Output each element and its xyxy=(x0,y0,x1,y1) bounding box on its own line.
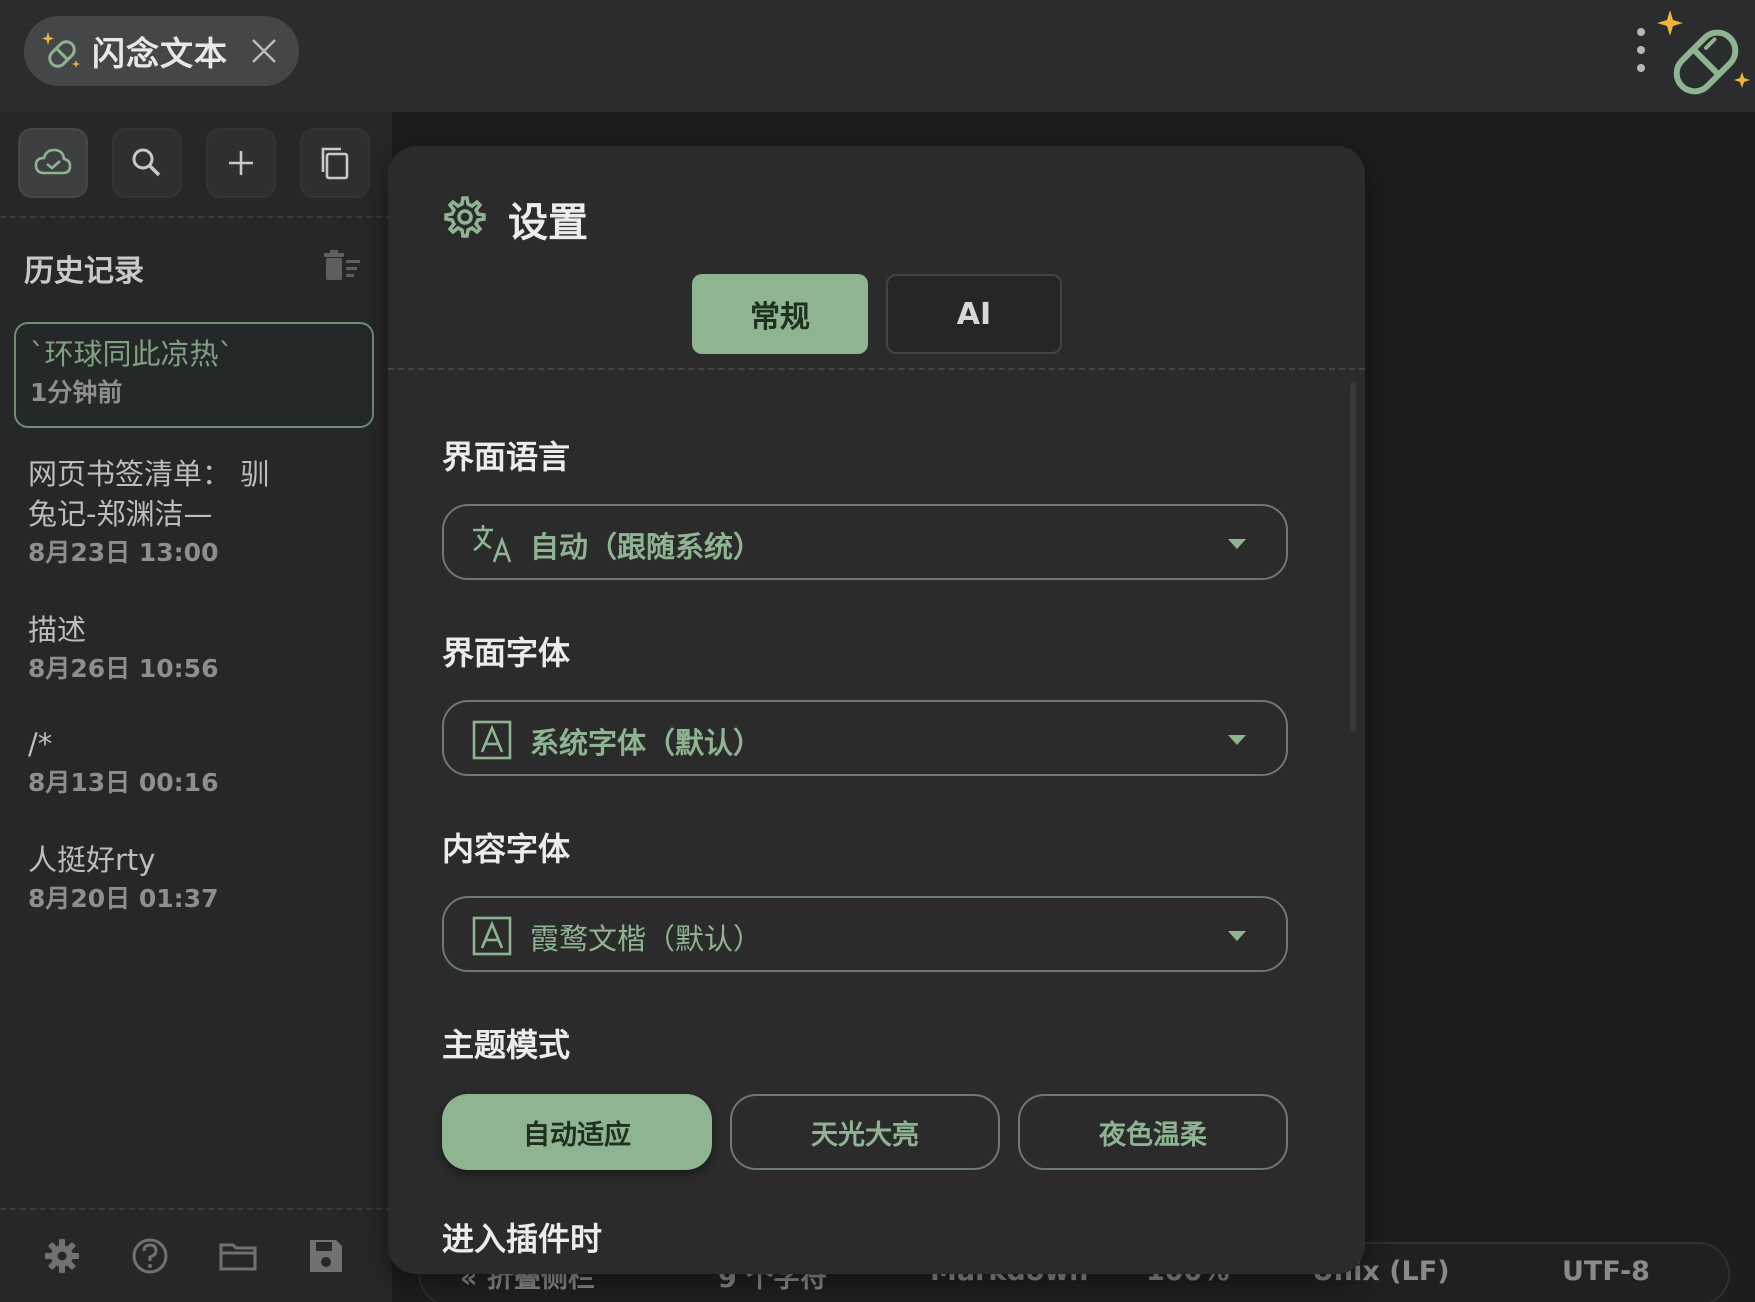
tab-general[interactable]: 常规 xyxy=(692,274,868,354)
more-menu-icon[interactable] xyxy=(1632,26,1650,74)
history-item-time: 1分钟前 xyxy=(30,378,123,407)
content-font-label: 内容字体 xyxy=(442,830,571,868)
add-button[interactable] xyxy=(206,128,276,198)
history-item-time: 8月23日 13:00 xyxy=(28,538,219,567)
history-item[interactable]: `环球同此凉热` 1分钟前 xyxy=(14,322,374,428)
history-item[interactable]: 人挺好rty 8月20日 01:37 xyxy=(14,840,374,918)
sidebar: 历史记录 `环球同此凉热` 1分钟前 网页书签清单： 驯 兔记-郑渊洁— 8月2… xyxy=(0,112,392,1302)
theme-label: 主题模式 xyxy=(442,1026,571,1064)
theme-auto-button[interactable]: 自动适应 xyxy=(442,1094,712,1170)
title-bar: 闪念文本 xyxy=(0,0,1755,112)
history-item-text: `环球同此凉热` xyxy=(30,337,234,371)
sync-button[interactable] xyxy=(18,128,88,198)
close-icon[interactable] xyxy=(247,34,281,68)
folder-icon[interactable] xyxy=(218,1236,258,1276)
copy-button[interactable] xyxy=(300,128,370,198)
footer-divider xyxy=(0,1208,392,1210)
plugin-enter-label: 进入插件时 xyxy=(442,1220,603,1258)
chevron-down-icon xyxy=(1228,539,1246,549)
history-item[interactable]: 描述 8月26日 10:56 xyxy=(14,610,374,688)
ui-font-value: 系统字体（默认） xyxy=(530,726,763,760)
gear-icon xyxy=(444,196,486,238)
history-item[interactable]: /* 8月13日 00:16 xyxy=(14,724,374,802)
history-title: 历史记录 xyxy=(24,254,144,289)
translate-icon xyxy=(473,525,512,563)
scrollbar-thumb[interactable] xyxy=(1350,382,1356,732)
pill-logo-icon xyxy=(42,32,80,68)
font-icon xyxy=(472,916,512,956)
settings-panel: 设置 常规 AI 界面语言 自动（跟随系统） 界面字体 系统字体（默认） 内容字… xyxy=(388,146,1365,1274)
help-icon[interactable] xyxy=(130,1236,170,1276)
settings-gear-icon[interactable] xyxy=(42,1236,82,1276)
language-label: 界面语言 xyxy=(442,438,571,476)
history-item[interactable]: 网页书签清单： 驯 兔记-郑渊洁— 8月23日 13:00 xyxy=(14,454,374,572)
theme-dark-button[interactable]: 夜色温柔 xyxy=(1018,1094,1288,1170)
language-value: 自动（跟随系统） xyxy=(530,530,763,564)
ui-font-select[interactable]: 系统字体（默认） xyxy=(442,700,1288,776)
history-item-text: 网页书签清单： 驯 兔记-郑渊洁— xyxy=(28,457,270,531)
tab-ai[interactable]: AI xyxy=(886,274,1062,354)
panel-title: 设置 xyxy=(508,200,588,246)
font-icon xyxy=(472,720,512,760)
language-select[interactable]: 自动（跟随系统） xyxy=(442,504,1288,580)
toolbar-divider xyxy=(0,216,392,218)
theme-light-button[interactable]: 天光大亮 xyxy=(730,1094,1000,1170)
history-item-time: 8月20日 01:37 xyxy=(28,884,219,913)
plus-icon xyxy=(229,151,253,175)
ui-font-label: 界面字体 xyxy=(442,634,571,672)
search-button[interactable] xyxy=(112,128,182,198)
chevron-down-icon xyxy=(1228,931,1246,941)
content-font-value: 霞鹜文楷（默认） xyxy=(530,922,763,956)
history-item-text: 人挺好rty xyxy=(28,843,156,877)
app-tab-title: 闪念文本 xyxy=(92,34,228,73)
encoding[interactable]: UTF-8 xyxy=(1562,1256,1650,1287)
content-font-select[interactable]: 霞鹜文楷（默认） xyxy=(442,896,1288,972)
save-icon[interactable] xyxy=(306,1236,346,1276)
history-item-text: 描述 xyxy=(28,613,87,647)
tabs-divider xyxy=(388,368,1365,370)
history-item-time: 8月13日 00:16 xyxy=(28,768,219,797)
history-item-text: /* xyxy=(28,727,53,761)
cloud-sync-icon xyxy=(34,148,72,175)
search-icon xyxy=(132,148,161,177)
clear-history-icon[interactable] xyxy=(324,250,360,284)
copy-icon xyxy=(321,147,349,180)
app-tab[interactable]: 闪念文本 xyxy=(24,16,299,86)
history-item-time: 8月26日 10:56 xyxy=(28,654,219,683)
app-logo-icon xyxy=(1657,10,1750,95)
chevron-down-icon xyxy=(1228,735,1246,745)
